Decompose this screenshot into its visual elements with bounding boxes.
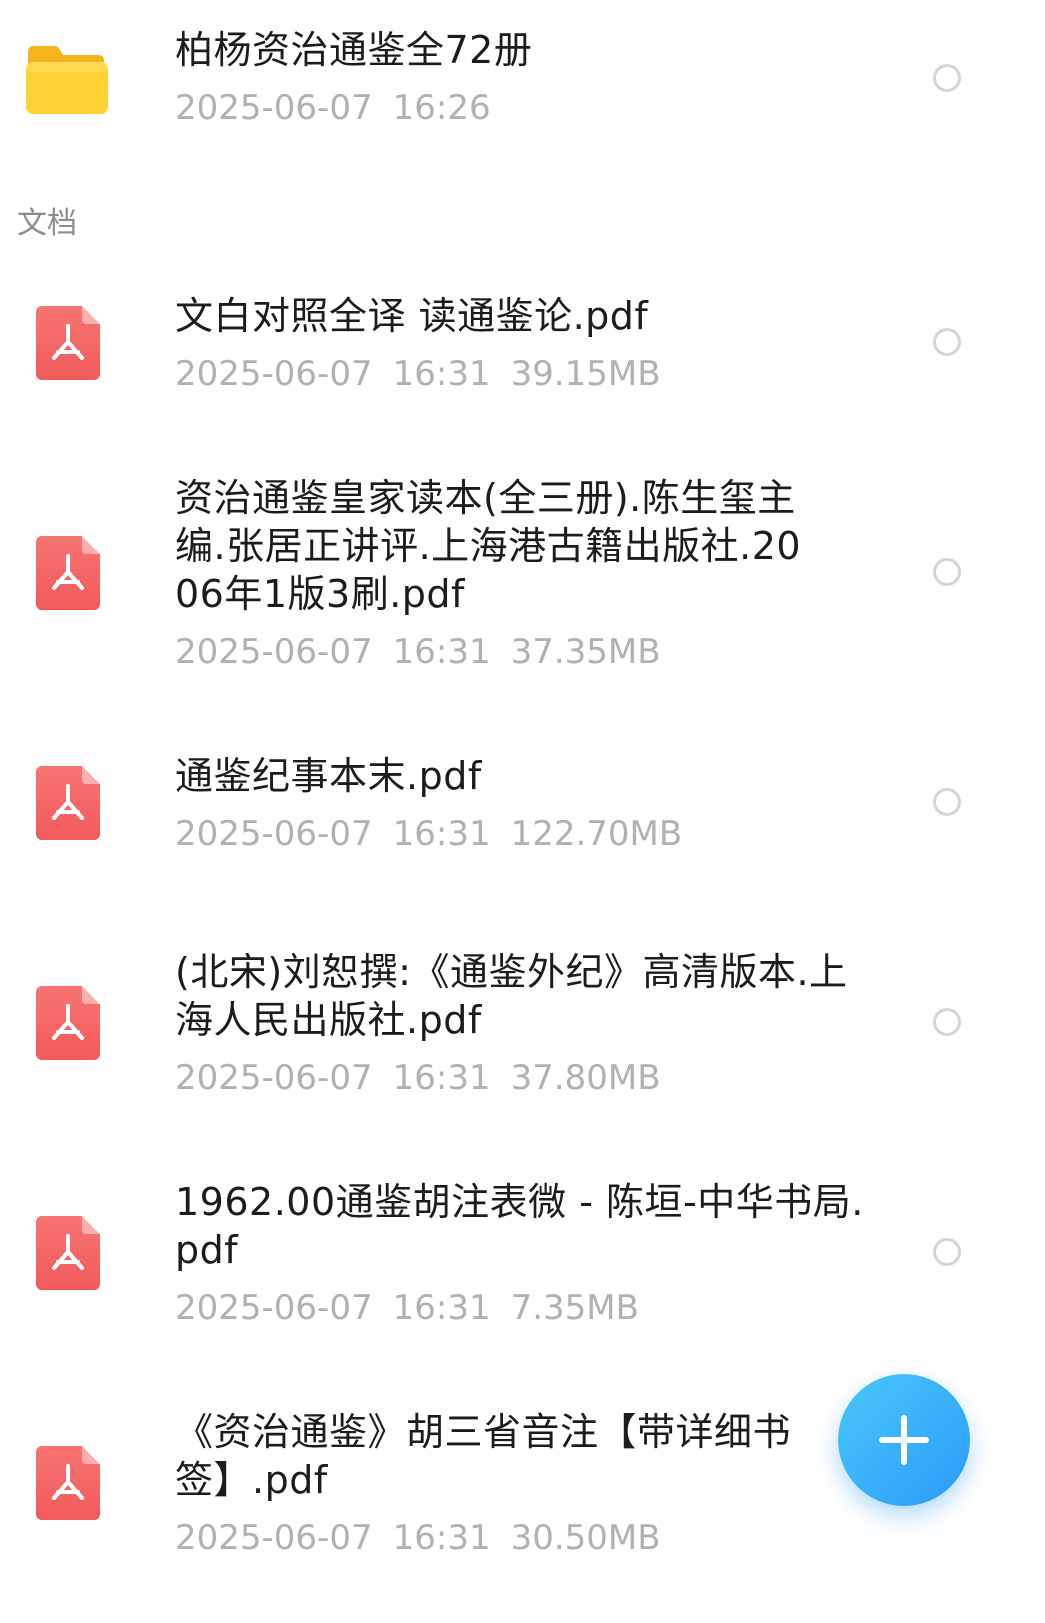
- file-meta: 2025-06-07 16:31 37.80MB: [175, 1058, 865, 1098]
- folder-time: 16:26: [392, 88, 491, 128]
- file-date: 2025-06-07: [175, 1058, 373, 1098]
- file-name: 1962.00通鉴胡注表微 - 陈垣-中华书局.pdf: [175, 1180, 864, 1272]
- file-meta: 2025-06-07 16:31 122.70MB: [175, 814, 865, 854]
- file-row[interactable]: 通鉴纪事本末.pdf 2025-06-07 16:31 122.70MB: [0, 742, 1045, 872]
- file-row[interactable]: 文白对照全译 读通鉴论.pdf 2025-06-07 16:31 39.15MB: [0, 282, 1045, 412]
- section-label: 文档: [17, 206, 77, 241]
- file-meta: 2025-06-07 16:31 30.50MB: [175, 1518, 815, 1558]
- pdf-icon: [36, 766, 100, 840]
- file-meta: 2025-06-07 16:31 39.15MB: [175, 354, 865, 394]
- file-time: 16:31: [392, 354, 491, 394]
- file-size: 39.15MB: [510, 354, 661, 394]
- file-row[interactable]: 1962.00通鉴胡注表微 - 陈垣-中华书局.pdf 2025-06-07 16…: [0, 1172, 1045, 1342]
- file-text: (北宋)刘恕撰:《通鉴外纪》高清版本.上海人民出版社.pdf 2025-06-0…: [175, 948, 865, 1098]
- file-select-radio[interactable]: [933, 788, 961, 816]
- file-text: 《资治通鉴》胡三省音注【带详细书签】.pdf 2025-06-07 16:31 30…: [175, 1408, 815, 1558]
- file-text: 1962.00通鉴胡注表微 - 陈垣-中华书局.pdf 2025-06-07 16…: [175, 1178, 865, 1328]
- plus-icon: [879, 1415, 929, 1465]
- file-text: 文白对照全译 读通鉴论.pdf 2025-06-07 16:31 39.15MB: [175, 292, 865, 394]
- file-name: 文白对照全译 读通鉴论.pdf: [175, 294, 649, 338]
- folder-select-radio[interactable]: [933, 64, 961, 92]
- file-name: 通鉴纪事本末.pdf: [175, 754, 482, 798]
- file-row[interactable]: (北宋)刘恕撰:《通鉴外纪》高清版本.上海人民出版社.pdf 2025-06-0…: [0, 940, 1045, 1110]
- pdf-icon: [36, 306, 100, 380]
- file-size: 37.35MB: [510, 632, 661, 672]
- pdf-icon: [36, 1446, 100, 1520]
- file-date: 2025-06-07: [175, 632, 373, 672]
- pdf-icon: [36, 536, 100, 610]
- pdf-icon: [36, 1216, 100, 1290]
- file-name: 《资治通鉴》胡三省音注【带详细书签】.pdf: [175, 1410, 792, 1502]
- file-time: 16:31: [392, 1058, 491, 1098]
- file-meta: 2025-06-07 16:31 37.35MB: [175, 632, 815, 672]
- file-select-radio[interactable]: [933, 1008, 961, 1036]
- add-button[interactable]: [838, 1374, 970, 1506]
- file-date: 2025-06-07: [175, 814, 373, 854]
- folder-date: 2025-06-07: [175, 88, 373, 128]
- folder-name: 柏杨资治通鉴全72册: [175, 28, 533, 72]
- file-size: 122.70MB: [510, 814, 683, 854]
- file-select-radio[interactable]: [933, 328, 961, 356]
- file-meta: 2025-06-07 16:31 7.35MB: [175, 1288, 865, 1328]
- file-time: 16:31: [392, 1288, 491, 1328]
- file-date: 2025-06-07: [175, 1518, 373, 1558]
- file-time: 16:31: [392, 1518, 491, 1558]
- file-size: 30.50MB: [510, 1518, 661, 1558]
- folder-icon: [24, 42, 108, 116]
- file-select-radio[interactable]: [933, 1238, 961, 1266]
- file-select-radio[interactable]: [933, 558, 961, 586]
- file-text: 通鉴纪事本末.pdf 2025-06-07 16:31 122.70MB: [175, 752, 865, 854]
- file-time: 16:31: [392, 814, 491, 854]
- folder-text: 柏杨资治通鉴全72册 2025-06-07 16:26: [175, 26, 865, 128]
- file-name: (北宋)刘恕撰:《通鉴外纪》高清版本.上海人民出版社.pdf: [175, 950, 848, 1042]
- pdf-icon: [36, 986, 100, 1060]
- file-size: 37.80MB: [510, 1058, 661, 1098]
- file-row[interactable]: 资治通鉴皇家读本(全三册).陈生玺主编.张居正讲评.上海港古籍出版社.2006年…: [0, 470, 1045, 680]
- file-date: 2025-06-07: [175, 1288, 373, 1328]
- file-name: 资治通鉴皇家读本(全三册).陈生玺主编.张居正讲评.上海港古籍出版社.2006年…: [175, 476, 802, 616]
- folder-meta: 2025-06-07 16:26: [175, 88, 865, 128]
- file-time: 16:31: [392, 632, 491, 672]
- file-date: 2025-06-07: [175, 354, 373, 394]
- file-text: 资治通鉴皇家读本(全三册).陈生玺主编.张居正讲评.上海港古籍出版社.2006年…: [175, 474, 815, 672]
- file-size: 7.35MB: [510, 1288, 639, 1328]
- folder-row[interactable]: 柏杨资治通鉴全72册 2025-06-07 16:26: [0, 20, 1045, 150]
